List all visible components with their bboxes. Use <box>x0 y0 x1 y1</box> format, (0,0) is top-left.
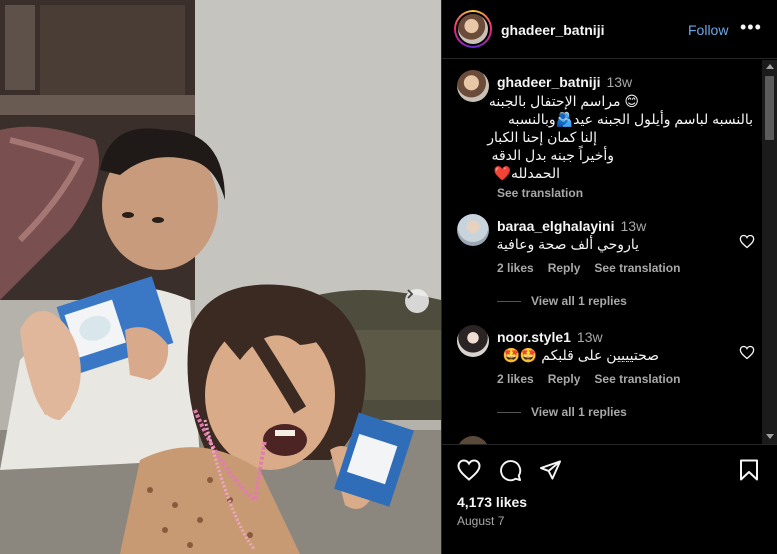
likes-count[interactable]: 4,173 likes <box>457 494 527 510</box>
comments-list[interactable]: ghadeer_batniji 13w 😊 مراسم الإحتفال بالج… <box>442 60 777 444</box>
comment-item: baraa_elghalayini 13w ياروحي ألف صحة وعاف… <box>457 214 757 314</box>
reply-button[interactable]: Reply <box>548 372 581 386</box>
scroll-up-arrow[interactable] <box>766 64 774 69</box>
avatar[interactable] <box>457 325 489 357</box>
photo-illustration <box>0 0 441 554</box>
author-username[interactable]: ghadeer_batniji <box>501 22 604 38</box>
follow-button[interactable]: Follow <box>688 22 728 38</box>
caption-see-translation[interactable]: See translation <box>497 186 583 200</box>
caption-line: الحمدلله❤️ <box>493 165 560 181</box>
post-actions: 4,173 likes August 7 <box>442 444 777 554</box>
comment-username[interactable]: baraa_elghalayini 13w <box>497 218 646 234</box>
avatar[interactable] <box>457 436 489 444</box>
post-date: August 7 <box>457 514 505 528</box>
post-photo <box>0 0 441 554</box>
caption-line: 😊 مراسم الإحتفال بالجبنه <box>488 93 639 109</box>
post-side-panel: ghadeer_batniji Follow ••• ghadeer_batni… <box>441 0 777 554</box>
comment-like-icon[interactable] <box>739 345 755 360</box>
comments-scrollbar[interactable] <box>762 60 777 444</box>
caption-username[interactable]: ghadeer_batniji 13w <box>497 74 632 90</box>
see-translation-button[interactable]: See translation <box>594 372 680 386</box>
paper-plane-icon[interactable] <box>539 459 562 481</box>
bookmark-icon[interactable] <box>739 459 759 481</box>
comment-like-icon[interactable] <box>739 234 755 249</box>
comment-text: ياروحي ألف صحة وعافية <box>496 236 639 252</box>
see-translation-button[interactable]: See translation <box>594 261 680 275</box>
caption: ghadeer_batniji 13w 😊 مراسم الإحتفال بالج… <box>457 70 757 205</box>
comment-item-partial <box>457 436 757 444</box>
comment-username[interactable]: noor.style1 13w <box>497 329 603 345</box>
caption-timestamp: 13w <box>606 74 633 90</box>
comment-likes[interactable]: 2 likes <box>497 261 534 275</box>
comment-meta: 2 likes Reply See translation <box>497 372 694 386</box>
view-replies-button[interactable]: View all 1 replies <box>497 405 627 419</box>
post-header: ghadeer_batniji Follow ••• <box>442 0 777 59</box>
avatar[interactable] <box>457 214 489 246</box>
more-options-icon[interactable]: ••• <box>740 17 762 38</box>
carousel-next-button[interactable] <box>405 289 429 313</box>
comment-timestamp: 13w <box>576 329 603 345</box>
caption-line: بالنسبه لباسم وأيلول الجبنه عيد🫂وبالنسبه <box>508 111 753 127</box>
comment-item: noor.style1 13w صحتيييين على قلبكم 🤩🤩 2 l… <box>457 325 757 425</box>
reply-button[interactable]: Reply <box>548 261 581 275</box>
caption-line: وأخيراً جبنه بدل الدقه <box>491 147 614 163</box>
author-avatar[interactable] <box>454 10 492 48</box>
comment-meta: 2 likes Reply See translation <box>497 261 694 275</box>
scroll-down-arrow[interactable] <box>766 434 774 439</box>
scroll-thumb[interactable] <box>765 76 774 140</box>
comment-text: صحتيييين على قلبكم 🤩🤩 <box>502 347 660 363</box>
chevron-right-icon <box>407 289 414 299</box>
heart-icon[interactable] <box>457 459 481 481</box>
caption-line: إلنا كمان إحنا الكبار <box>487 129 597 145</box>
comment-icon[interactable] <box>499 459 522 482</box>
comment-likes[interactable]: 2 likes <box>497 372 534 386</box>
view-replies-button[interactable]: View all 1 replies <box>497 294 627 308</box>
comment-timestamp: 13w <box>620 218 647 234</box>
